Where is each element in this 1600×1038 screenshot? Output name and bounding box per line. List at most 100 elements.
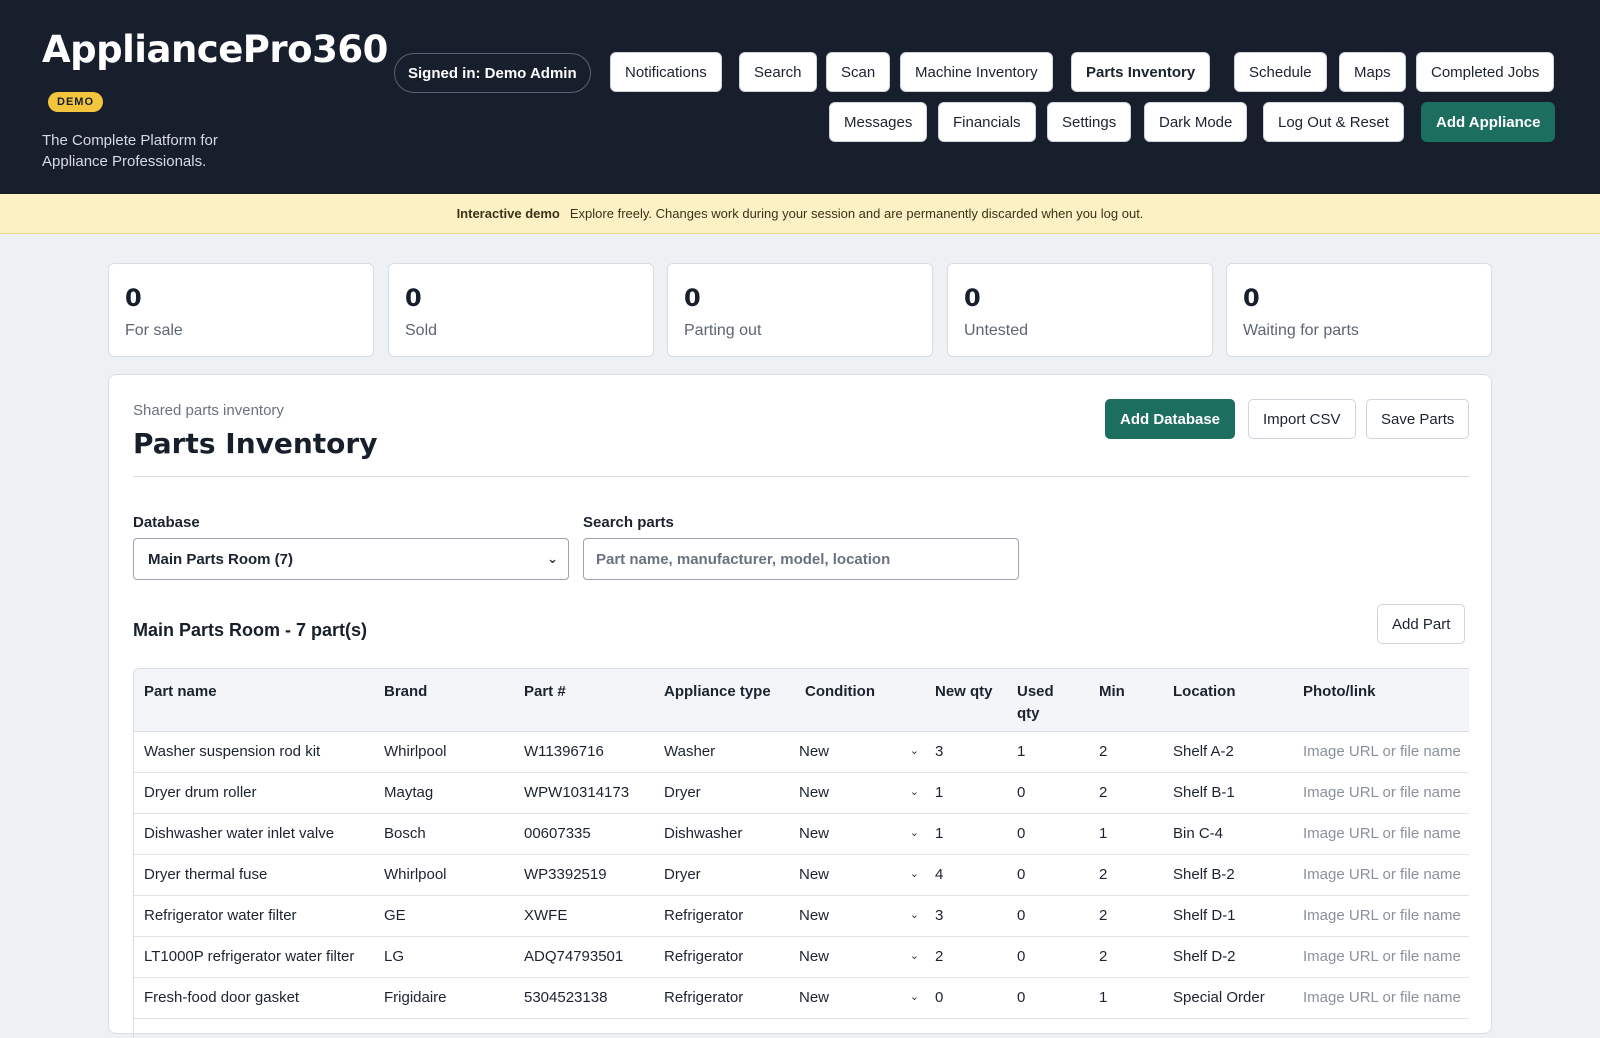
- part-number-cell: 5304523138: [514, 977, 654, 1019]
- nav-scan[interactable]: Scan: [826, 52, 891, 92]
- database-label: Database: [133, 514, 200, 531]
- nav-notifications[interactable]: Notifications: [610, 52, 722, 92]
- new-qty-cell[interactable]: 0: [925, 977, 1007, 1019]
- stat-label: Parting out: [684, 322, 762, 339]
- new-qty-cell[interactable]: 3: [925, 731, 1007, 773]
- photo-link-input[interactable]: Image URL or file name: [1293, 936, 1469, 978]
- condition-cell: New ⌄: [795, 977, 925, 1019]
- stat-label: Waiting for parts: [1243, 322, 1359, 339]
- condition-value: New: [799, 866, 830, 883]
- condition-select[interactable]: New ⌄: [795, 814, 925, 854]
- location-cell[interactable]: Special Order: [1163, 977, 1293, 1019]
- min-qty-cell[interactable]: 2: [1089, 772, 1163, 814]
- column-header: Brand: [374, 669, 514, 732]
- condition-value: New: [799, 948, 830, 965]
- photo-link-input[interactable]: Image URL or file name: [1293, 731, 1469, 773]
- database-select[interactable]: Main Parts Room (7) ⌄: [133, 538, 569, 580]
- used-qty-cell[interactable]: 1: [1007, 731, 1089, 773]
- nav-schedule[interactable]: Schedule: [1234, 52, 1327, 92]
- nav-search[interactable]: Search: [739, 52, 817, 92]
- page-title: Parts Inventory: [133, 427, 378, 460]
- used-qty-cell[interactable]: 0: [1007, 854, 1089, 896]
- location-cell[interactable]: Shelf D-2: [1163, 936, 1293, 978]
- import-csv-button[interactable]: Import CSV: [1248, 399, 1356, 439]
- column-header: Condition: [795, 669, 925, 732]
- condition-select[interactable]: New ⌄: [795, 855, 925, 895]
- nav-messages[interactable]: Messages: [829, 102, 928, 142]
- appliance-type-cell: Dryer: [654, 854, 795, 896]
- chevron-down-icon: ⌄: [909, 826, 919, 839]
- condition-cell: New ⌄: [795, 936, 925, 978]
- location-cell[interactable]: Shelf B-1: [1163, 772, 1293, 814]
- min-qty-cell[interactable]: 2: [1089, 854, 1163, 896]
- new-qty-cell[interactable]: 3: [925, 895, 1007, 937]
- chevron-down-icon: ⌄: [909, 990, 919, 1003]
- appliance-type-cell: Refrigerator: [654, 936, 795, 978]
- photo-link-input[interactable]: Image URL or file name: [1293, 772, 1469, 814]
- column-header: Part #: [514, 669, 654, 732]
- photo-link-input[interactable]: Image URL or file name: [1293, 895, 1469, 937]
- location-cell[interactable]: Bin C-4: [1163, 813, 1293, 855]
- condition-select[interactable]: New ⌄: [795, 937, 925, 977]
- chevron-down-icon: ⌄: [909, 949, 919, 962]
- new-qty-cell[interactable]: 1: [925, 813, 1007, 855]
- location-cell[interactable]: Shelf A-2: [1163, 731, 1293, 773]
- add-database-button[interactable]: Add Database: [1105, 399, 1236, 439]
- used-qty-cell[interactable]: 0: [1007, 772, 1089, 814]
- min-qty-cell[interactable]: 1: [1089, 977, 1163, 1019]
- nav-financials[interactable]: Financials: [938, 102, 1036, 142]
- nav-maps[interactable]: Maps: [1339, 52, 1406, 92]
- condition-value: New: [799, 784, 830, 801]
- used-qty-cell[interactable]: 0: [1007, 936, 1089, 978]
- nav-machine-inventory[interactable]: Machine Inventory: [900, 52, 1053, 92]
- search-parts-input[interactable]: [583, 538, 1019, 580]
- min-qty-cell[interactable]: 2: [1089, 895, 1163, 937]
- nav-completed-jobs[interactable]: Completed Jobs: [1416, 52, 1555, 92]
- stat-card-sold: 0 Sold: [388, 263, 654, 357]
- part-number-cell: ADQ74793501: [514, 936, 654, 978]
- nav-parts-inventory[interactable]: Parts Inventory: [1071, 52, 1211, 92]
- nav-settings[interactable]: Settings: [1047, 102, 1132, 142]
- search-parts-label: Search parts: [583, 514, 674, 531]
- nav-log-out-reset[interactable]: Log Out & Reset: [1263, 102, 1404, 142]
- brand-cell: Frigidaire: [374, 977, 514, 1019]
- min-qty-cell[interactable]: 2: [1089, 936, 1163, 978]
- new-qty-cell[interactable]: 2: [925, 936, 1007, 978]
- condition-select[interactable]: New ⌄: [795, 978, 925, 1018]
- min-qty-cell[interactable]: 2: [1089, 731, 1163, 773]
- photo-link-input[interactable]: Image URL or file name: [1293, 977, 1469, 1019]
- table-row: Dishwasher water inlet valve Bosch 0060733…: [134, 813, 1469, 855]
- stat-card-waiting-for-parts: 0 Waiting for parts: [1226, 263, 1492, 357]
- divider: [133, 476, 1469, 477]
- column-header: Min: [1089, 669, 1163, 732]
- location-cell[interactable]: Shelf D-1: [1163, 895, 1293, 937]
- nav-dark-mode[interactable]: Dark Mode: [1144, 102, 1248, 142]
- signed-in-pill: Signed in: Demo Admin: [394, 53, 591, 93]
- used-qty-cell[interactable]: 0: [1007, 977, 1089, 1019]
- used-qty-cell[interactable]: 0: [1007, 895, 1089, 937]
- app-header: AppliancePro360 DEMO The Complete Platfo…: [0, 0, 1600, 194]
- condition-select[interactable]: New ⌄: [795, 896, 925, 936]
- appliance-type-cell: Dishwasher: [654, 813, 795, 855]
- new-qty-cell[interactable]: 1: [925, 772, 1007, 814]
- save-parts-button[interactable]: Save Parts: [1366, 399, 1470, 439]
- chevron-down-icon: ⌄: [547, 551, 558, 566]
- condition-select[interactable]: New ⌄: [795, 732, 925, 772]
- add-appliance-button[interactable]: Add Appliance: [1421, 102, 1556, 142]
- photo-link-input[interactable]: Image URL or file name: [1293, 813, 1469, 855]
- stat-value: 0: [964, 284, 981, 312]
- new-qty-cell[interactable]: 4: [925, 854, 1007, 896]
- location-cell[interactable]: Shelf B-2: [1163, 854, 1293, 896]
- section-title: Main Parts Room - 7 part(s): [133, 620, 368, 640]
- used-qty-cell[interactable]: 0: [1007, 813, 1089, 855]
- condition-select[interactable]: New ⌄: [795, 773, 925, 813]
- photo-link-input[interactable]: Image URL or file name: [1293, 854, 1469, 896]
- stat-value: 0: [1243, 284, 1260, 312]
- table-row: Fresh-food door gasket Frigidaire 53045231…: [134, 977, 1469, 1019]
- add-part-button[interactable]: Add Part: [1377, 604, 1466, 644]
- chevron-down-icon: ⌄: [909, 744, 919, 757]
- min-qty-cell[interactable]: 1: [1089, 813, 1163, 855]
- part-name-cell: Dishwasher water inlet valve: [134, 813, 374, 855]
- app-title: AppliancePro360: [42, 28, 388, 71]
- part-number-cell: 00607335: [514, 813, 654, 855]
